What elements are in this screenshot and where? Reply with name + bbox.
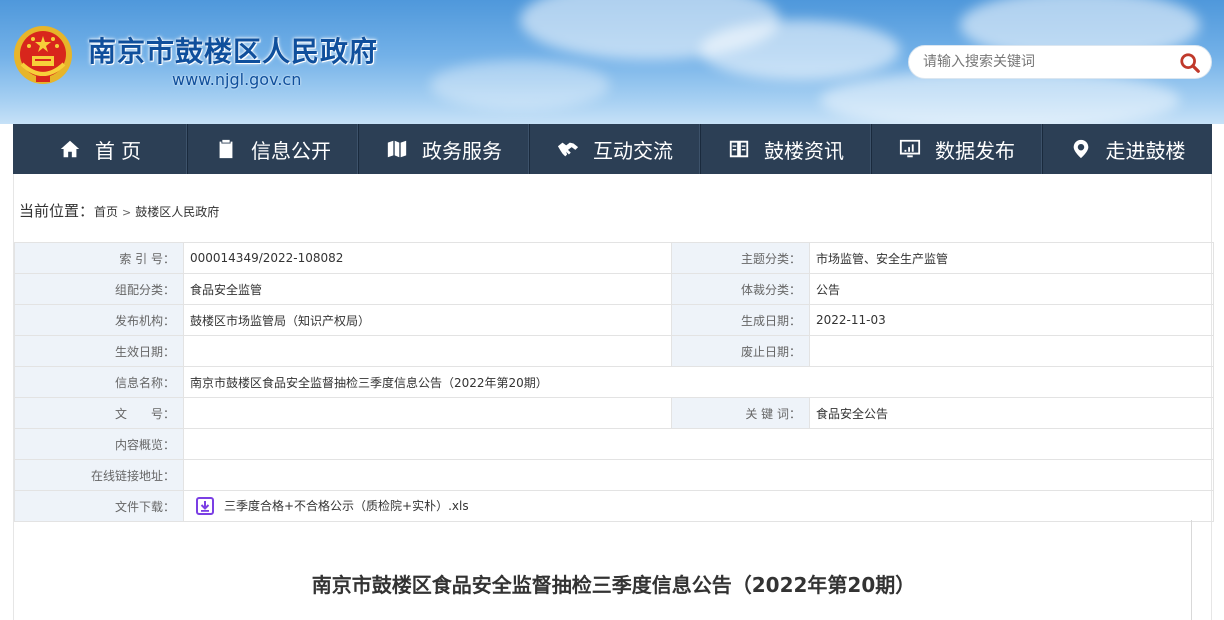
article-title: 南京市鼓楼区食品安全监督抽检三季度信息公告（2022年第20期） <box>311 573 916 597</box>
clipboard-icon <box>219 139 233 159</box>
table-row: 在线链接地址： <box>14 459 1214 491</box>
search-input[interactable] <box>923 46 1173 78</box>
table-row: 信息名称： 南京市鼓楼区食品安全监督抽检三季度信息公告（2022年第20期） <box>14 366 1214 398</box>
document-number-value <box>183 397 672 429</box>
online-link-value <box>183 459 1214 491</box>
file-download-cell: 三季度合格+不合格公示（质检院+实朴）.xls <box>183 490 1214 522</box>
location-pin-icon <box>1073 139 1088 159</box>
info-name-value: 南京市鼓楼区食品安全监督抽检三季度信息公告（2022年第20期） <box>183 366 1214 398</box>
nav-item-about-gulou[interactable]: 走进鼓楼 <box>1043 124 1212 174</box>
nav-item-label: 互动交流 <box>593 138 673 163</box>
nav-item-label: 数据发布 <box>935 138 1015 163</box>
publisher-value: 鼓楼区市场监管局（知识产权局） <box>183 304 672 336</box>
index-number-label: 索 引 号： <box>14 242 184 274</box>
table-row: 索 引 号： 000014349/2022-108082 主题分类： 市场监管、… <box>14 242 1214 274</box>
download-file-link[interactable]: 三季度合格+不合格公示（质检院+实朴）.xls <box>224 499 469 513</box>
search-box <box>908 45 1212 79</box>
table-row: 组配分类： 食品安全监管 体裁分类： 公告 <box>14 273 1214 305</box>
assignment-category-label: 组配分类： <box>14 273 184 305</box>
site-title[interactable]: 南京市鼓楼区人民政府 <box>88 30 378 70</box>
table-row: 文件下载： 三季度合格+不合格公示（质检院+实朴）.xls <box>14 490 1214 522</box>
created-date-label: 生成日期： <box>671 304 810 336</box>
search-icon[interactable] <box>1179 52 1201 74</box>
breadcrumb-separator: > <box>122 206 132 219</box>
site-url: www.njgl.gov.cn <box>172 70 302 89</box>
genre-category-value: 公告 <box>809 273 1214 305</box>
info-name-label: 信息名称： <box>14 366 184 398</box>
publisher-label: 发布机构： <box>14 304 184 336</box>
nav-item-gov-services[interactable]: 政务服务 <box>359 124 530 174</box>
breadcrumb: 当前位置：首页 > 鼓楼区人民政府 <box>19 200 219 221</box>
file-download-label: 文件下载： <box>14 490 184 522</box>
nav-item-home[interactable]: 首 页 <box>13 124 188 174</box>
document-metadata-table: 索 引 号： 000014349/2022-108082 主题分类： 市场监管、… <box>14 242 1214 522</box>
content-panel: 当前位置：首页 > 鼓楼区人民政府 索 引 号： 000014349/2022-10… <box>13 174 1214 620</box>
keywords-value: 食品安全公告 <box>809 397 1214 429</box>
book-icon <box>729 140 749 158</box>
map-icon <box>387 140 407 158</box>
document-number-label: 文 号： <box>14 397 184 429</box>
summary-value <box>183 428 1214 460</box>
nav-item-gulou-news[interactable]: 鼓楼资讯 <box>701 124 872 174</box>
nav-item-label: 信息公开 <box>251 138 331 163</box>
created-date-value: 2022-11-03 <box>809 304 1214 336</box>
effective-date-value <box>183 335 672 367</box>
handshake-icon <box>557 142 579 157</box>
effective-date-label: 生效日期： <box>14 335 184 367</box>
index-number-value: 000014349/2022-108082 <box>183 242 672 274</box>
home-icon <box>60 140 79 158</box>
breadcrumb-current-link[interactable]: 鼓楼区人民政府 <box>135 205 219 219</box>
topic-category-value: 市场监管、安全生产监管 <box>809 242 1214 274</box>
breadcrumb-home-link[interactable]: 首页 <box>94 205 118 219</box>
table-row: 生效日期： 废止日期： <box>14 335 1214 367</box>
expiry-date-value <box>809 335 1214 367</box>
nav-item-label: 首 页 <box>94 138 142 163</box>
nav-item-label: 走进鼓楼 <box>1105 138 1186 163</box>
online-link-label: 在线链接地址： <box>14 459 184 491</box>
cloud-decoration <box>430 60 610 110</box>
table-row: 文 号： 关 键 词： 食品安全公告 <box>14 397 1214 429</box>
monitor-chart-icon <box>899 139 921 158</box>
national-emblem-icon[interactable] <box>12 24 74 86</box>
summary-label: 内容概览： <box>14 428 184 460</box>
genre-category-label: 体裁分类： <box>671 273 810 305</box>
site-header: 南京市鼓楼区人民政府 www.njgl.gov.cn <box>0 0 1224 124</box>
topic-category-label: 主题分类： <box>671 242 810 274</box>
nav-item-label: 鼓楼资讯 <box>764 138 844 163</box>
nav-item-data-release[interactable]: 数据发布 <box>872 124 1043 174</box>
assignment-category-value: 食品安全监管 <box>183 273 672 305</box>
nav-item-info-disclosure[interactable]: 信息公开 <box>188 124 359 174</box>
main-nav: 首 页 信息公开 政务服务 互动交流 鼓楼资讯 数据发布 走进鼓楼 <box>13 124 1212 174</box>
nav-item-label: 政务服务 <box>422 138 502 163</box>
download-icon[interactable] <box>196 497 214 516</box>
table-row: 内容概览： <box>14 428 1214 460</box>
breadcrumb-prefix: 当前位置： <box>19 202 95 220</box>
table-row: 发布机构： 鼓楼区市场监管局（知识产权局） 生成日期： 2022-11-03 <box>14 304 1214 336</box>
expiry-date-label: 废止日期： <box>671 335 810 367</box>
cloud-decoration <box>700 20 900 80</box>
nav-item-interaction[interactable]: 互动交流 <box>530 124 701 174</box>
keywords-label: 关 键 词： <box>671 397 810 429</box>
